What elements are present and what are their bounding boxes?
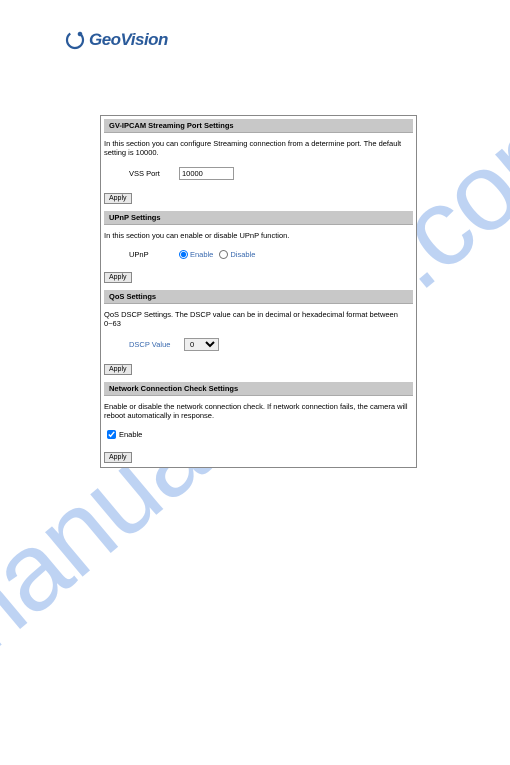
vss-port-input[interactable] xyxy=(179,167,234,180)
netcheck-enable-label: Enable xyxy=(119,430,142,439)
section-header-netcheck: Network Connection Check Settings xyxy=(104,382,413,396)
dscp-select[interactable]: 0 xyxy=(184,338,219,351)
upnp-disable-label: Disable xyxy=(230,250,255,259)
qos-desc: QoS DSCP Settings. The DSCP value can be… xyxy=(104,310,413,328)
apply-button-streaming[interactable]: Apply xyxy=(104,193,132,204)
section-body-netcheck: Enable or disable the network connection… xyxy=(101,396,416,450)
section-header-qos: QoS Settings xyxy=(104,290,413,304)
vss-port-row: VSS Port xyxy=(104,167,413,180)
vss-port-label: VSS Port xyxy=(129,169,179,178)
geovision-icon xyxy=(65,30,85,50)
netcheck-enable-checkbox[interactable] xyxy=(107,430,116,439)
apply-button-qos[interactable]: Apply xyxy=(104,364,132,375)
upnp-enable-radio[interactable] xyxy=(179,250,188,259)
upnp-enable-label: Enable xyxy=(190,250,213,259)
apply-button-netcheck[interactable]: Apply xyxy=(104,452,132,463)
section-body-streaming: In this section you can configure Stream… xyxy=(101,133,416,191)
upnp-radio-group: Enable Disable xyxy=(179,250,255,259)
section-header-streaming: GV-IPCAM Streaming Port Settings xyxy=(104,119,413,133)
settings-panel: GV-IPCAM Streaming Port Settings In this… xyxy=(100,115,417,468)
section-header-upnp: UPnP Settings xyxy=(104,211,413,225)
streaming-desc: In this section you can configure Stream… xyxy=(104,139,413,157)
brand-logo: GeoVision xyxy=(65,30,168,50)
netcheck-desc: Enable or disable the network connection… xyxy=(104,402,413,420)
dscp-row: DSCP Value 0 xyxy=(104,338,413,351)
upnp-row: UPnP Enable Disable xyxy=(104,250,413,259)
dscp-label: DSCP Value xyxy=(129,340,184,349)
section-body-qos: QoS DSCP Settings. The DSCP value can be… xyxy=(101,304,416,362)
brand-name: GeoVision xyxy=(89,30,168,50)
upnp-label: UPnP xyxy=(129,250,179,259)
upnp-desc: In this section you can enable or disabl… xyxy=(104,231,413,240)
section-body-upnp: In this section you can enable or disabl… xyxy=(101,225,416,270)
apply-button-upnp[interactable]: Apply xyxy=(104,272,132,283)
upnp-disable-radio[interactable] xyxy=(219,250,228,259)
